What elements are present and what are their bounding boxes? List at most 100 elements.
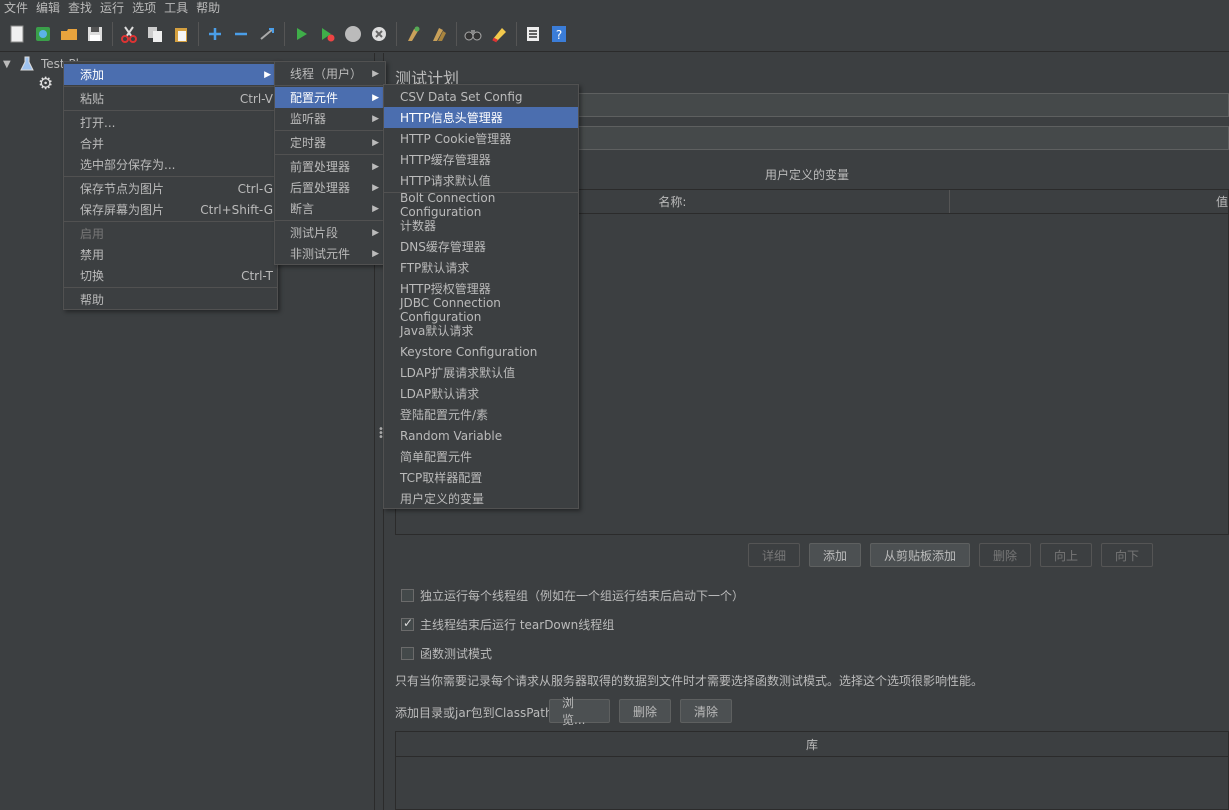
menu-item-save-node-image[interactable]: 保存节点为图片 Ctrl-G	[64, 178, 277, 199]
library-column-header[interactable]: 库	[806, 736, 818, 753]
collapse-icon[interactable]	[230, 23, 252, 45]
menu-item-non-test-elements[interactable]: 非测试元件 ▶	[275, 243, 385, 264]
menu-item-add[interactable]: 添加 ▶	[64, 64, 277, 85]
menu-item-keystore-config[interactable]: Keystore Configuration	[384, 341, 578, 362]
menu-item-label: 合并	[80, 137, 105, 151]
toggle-icon[interactable]	[256, 23, 278, 45]
templates-icon[interactable]	[32, 23, 54, 45]
teardown-option[interactable]: 主线程结束后运行 tearDown线程组	[401, 614, 614, 634]
add-from-clipboard-button[interactable]: 从剪贴板添加	[870, 543, 970, 567]
shutdown-icon[interactable]	[368, 23, 390, 45]
menu-item-csv-data-set[interactable]: CSV Data Set Config	[384, 86, 578, 107]
start-no-pause-icon[interactable]	[316, 23, 338, 45]
functional-mode-option[interactable]: 函数测试模式	[401, 643, 492, 663]
independent-threads-label: 独立运行每个线程组（例如在一个组运行结束后启动下一个）	[420, 588, 745, 603]
menu-item-shortcut: Ctrl+Shift-G	[200, 202, 273, 217]
menu-item-http-cookie-manager[interactable]: HTTP Cookie管理器	[384, 128, 578, 149]
cut-icon[interactable]	[118, 23, 140, 45]
menu-item-enable[interactable]: 启用	[64, 223, 277, 244]
menu-run[interactable]: 运行	[96, 1, 128, 15]
copy-icon[interactable]	[144, 23, 166, 45]
menu-edit[interactable]: 编辑	[32, 1, 64, 15]
move-down-button[interactable]: 向下	[1101, 543, 1153, 567]
classpath-delete-button[interactable]: 删除	[619, 699, 671, 723]
functional-mode-checkbox[interactable]	[401, 646, 414, 660]
menu-item-tcp-sampler-config[interactable]: TCP取样器配置	[384, 467, 578, 488]
teardown-checkbox[interactable]	[401, 616, 414, 631]
menu-item-ftp-defaults[interactable]: FTP默认请求	[384, 257, 578, 278]
menu-item-label: 选中部分保存为...	[80, 158, 176, 172]
submenu-arrow-icon: ▶	[372, 182, 379, 193]
tree-node-child[interactable]: ⚙	[38, 74, 53, 94]
detail-button[interactable]: 详细	[748, 543, 800, 567]
delete-button[interactable]: 删除	[979, 543, 1031, 567]
menu-item-save-selection[interactable]: 选中部分保存为...	[64, 154, 277, 175]
stop-icon[interactable]	[342, 23, 364, 45]
menu-separator	[64, 287, 277, 288]
menu-item-paste[interactable]: 粘贴 Ctrl-V	[64, 88, 277, 109]
menu-item-http-cache-manager[interactable]: HTTP缓存管理器	[384, 149, 578, 170]
menu-item-save-screen-image[interactable]: 保存屏幕为图片 Ctrl+Shift-G	[64, 199, 277, 220]
menu-item-help[interactable]: 帮助	[64, 289, 277, 310]
teardown-label: 主线程结束后运行 tearDown线程组	[420, 617, 615, 632]
menu-item-java-defaults[interactable]: Java默认请求	[384, 320, 578, 341]
save-icon[interactable]	[84, 23, 106, 45]
reset-search-icon[interactable]	[488, 23, 510, 45]
menu-item-bolt-connection[interactable]: Bolt Connection Configuration	[384, 191, 578, 219]
menu-tools[interactable]: 工具	[160, 1, 192, 15]
search-icon[interactable]	[462, 23, 484, 45]
menu-item-user-defined-variables[interactable]: 用户定义的变量	[384, 488, 578, 509]
menu-item-simple-config[interactable]: 简单配置元件	[384, 446, 578, 467]
independent-threads-checkbox[interactable]	[401, 588, 414, 602]
independent-threads-option[interactable]: 独立运行每个线程组（例如在一个组运行结束后启动下一个）	[401, 585, 744, 605]
open-icon[interactable]	[58, 23, 80, 45]
add-button[interactable]: 添加	[809, 543, 861, 567]
toolbar-separator	[396, 21, 397, 46]
menu-item-merge[interactable]: 合并	[64, 133, 277, 154]
menu-options[interactable]: 选项	[128, 1, 160, 15]
menu-item-login-config[interactable]: 登陆配置元件/素	[384, 404, 578, 425]
new-icon[interactable]	[6, 23, 28, 45]
menu-item-open[interactable]: 打开...	[64, 112, 277, 133]
menu-item-ldap-defaults[interactable]: LDAP默认请求	[384, 383, 578, 404]
menu-file[interactable]: 文件	[0, 1, 32, 15]
move-up-button[interactable]: 向上	[1040, 543, 1092, 567]
menu-item-label: 保存屏幕为图片	[80, 203, 165, 217]
menu-item-random-variable[interactable]: Random Variable	[384, 425, 578, 446]
menu-item-ldap-ext-defaults[interactable]: LDAP扩展请求默认值	[384, 362, 578, 383]
menu-item-test-fragment[interactable]: 测试片段 ▶	[275, 222, 385, 243]
menu-help[interactable]: 帮助	[192, 1, 224, 15]
library-table[interactable]	[395, 757, 1229, 810]
browse-button[interactable]: 浏览...	[549, 696, 610, 727]
menu-item-counter[interactable]: 计数器	[384, 215, 578, 236]
menu-item-dns-cache-manager[interactable]: DNS缓存管理器	[384, 236, 578, 257]
chevron-down-icon[interactable]: ▼	[3, 59, 19, 70]
classpath-clear-button[interactable]: 清除	[680, 699, 732, 723]
menu-item-disable[interactable]: 禁用	[64, 244, 277, 265]
drag-handle-icon[interactable]: • • •	[378, 425, 384, 443]
start-icon[interactable]	[290, 23, 312, 45]
expand-icon[interactable]	[204, 23, 226, 45]
menu-bar: 文件 编辑 查找 运行 选项 工具 帮助	[0, 0, 1229, 16]
paste-icon[interactable]	[170, 23, 192, 45]
clear-all-icon[interactable]	[428, 23, 450, 45]
menu-item-threads[interactable]: 线程（用户） ▶	[275, 63, 385, 84]
menu-item-config-element[interactable]: 配置元件 ▶	[275, 87, 385, 108]
classpath-label: 添加目录或jar包到ClassPath	[395, 706, 553, 720]
submenu-arrow-icon: ▶	[372, 68, 379, 79]
column-header-value[interactable]: 值	[950, 190, 1228, 213]
menu-separator	[64, 86, 277, 87]
menu-item-post-processor[interactable]: 后置处理器 ▶	[275, 177, 385, 198]
function-helper-icon[interactable]	[522, 23, 544, 45]
menu-item-jdbc-connection[interactable]: JDBC Connection Configuration	[384, 296, 578, 324]
menu-item-listener[interactable]: 监听器 ▶	[275, 108, 385, 129]
help-icon[interactable]: ?	[548, 23, 570, 45]
menu-item-http-header-manager[interactable]: HTTP信息头管理器	[384, 107, 578, 128]
menu-item-assertion[interactable]: 断言 ▶	[275, 198, 385, 219]
menu-search[interactable]: 查找	[64, 1, 96, 15]
menu-item-toggle[interactable]: 切换 Ctrl-T	[64, 265, 277, 286]
menu-item-timer[interactable]: 定时器 ▶	[275, 132, 385, 153]
clear-icon[interactable]	[402, 23, 424, 45]
menu-item-pre-processor[interactable]: 前置处理器 ▶	[275, 156, 385, 177]
menu-item-http-request-defaults[interactable]: HTTP请求默认值	[384, 170, 578, 191]
